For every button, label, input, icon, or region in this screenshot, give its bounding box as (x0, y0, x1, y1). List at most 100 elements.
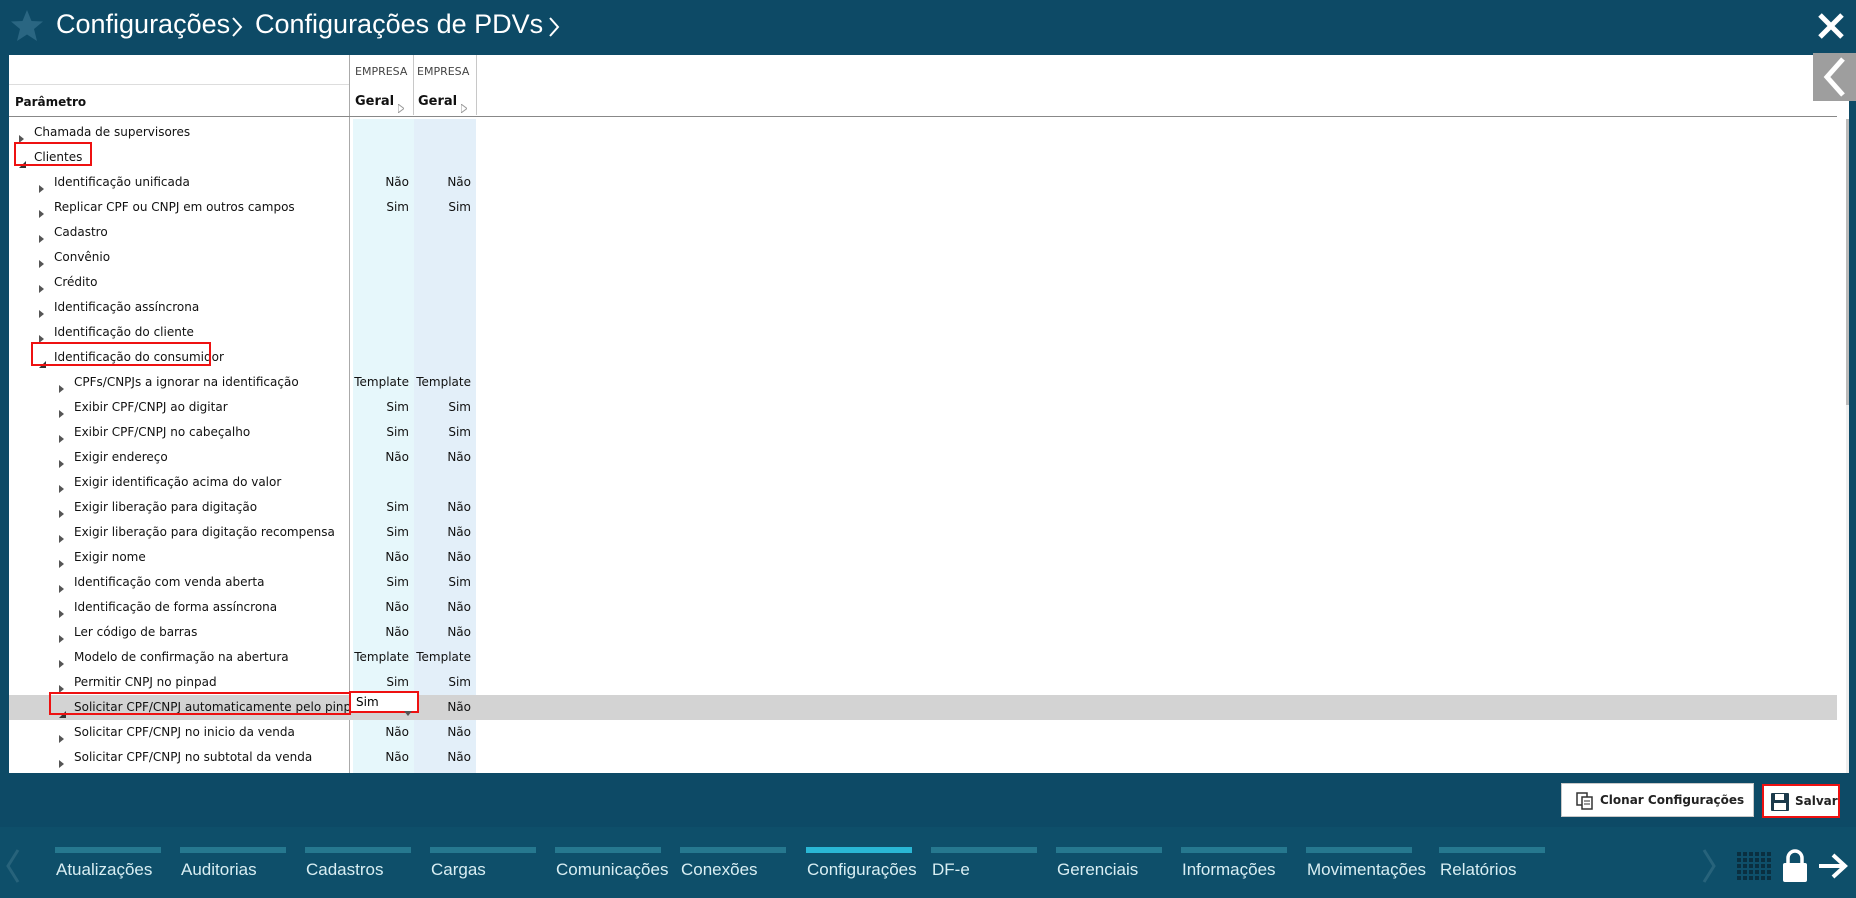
row-label: Solicitar CPF/CNPJ no inicio da venda (74, 725, 295, 739)
row-value-v2[interactable]: Não (414, 175, 471, 189)
row-value-v1[interactable]: Sim (353, 525, 409, 539)
row-value-v2[interactable]: Sim (414, 575, 471, 589)
table-row[interactable]: Ler código de barras Não Não (9, 620, 1837, 645)
row-value-v2[interactable]: Sim (414, 400, 471, 414)
table-row[interactable]: Exibir CPF/CNPJ no cabeçalho Sim Sim (9, 420, 1837, 445)
highlight-solicitar-pinpad (49, 692, 351, 715)
nav-item[interactable]: Movimentações (1306, 847, 1426, 892)
row-value-v2[interactable]: Sim (414, 200, 471, 214)
breadcrumb-configuracoes[interactable]: Configurações (56, 9, 230, 40)
row-value-v1[interactable]: Sim (353, 575, 409, 589)
nav-item[interactable]: Configurações (806, 847, 917, 892)
collapse-panel-button[interactable] (1813, 53, 1856, 101)
table-row[interactable]: Replicar CPF ou CNPJ em outros campos Sim… (9, 195, 1837, 220)
lock-icon[interactable] (1781, 848, 1809, 888)
table-row[interactable]: Solicitar CPF/CNPJ no inicio da venda Não… (9, 720, 1837, 745)
nav-item[interactable]: DF-e (931, 847, 1037, 892)
table-row[interactable]: Exigir nome Não Não (9, 545, 1837, 570)
table-row[interactable]: Identificação do cliente (9, 320, 1837, 345)
column-header-geral-2[interactable]: Geral (418, 94, 457, 109)
sort-arrow-icon[interactable] (397, 98, 405, 117)
save-button[interactable]: Salvar (1762, 784, 1840, 818)
nav-item[interactable]: Informações (1181, 847, 1287, 892)
row-value-v2[interactable]: Sim (414, 425, 471, 439)
table-row[interactable]: Exigir identificação acima do valor (9, 470, 1837, 495)
table-row[interactable]: Chamada de supervisores (9, 120, 1837, 145)
table-row[interactable]: CPFs/CNPJs a ignorar na identificação Tem… (9, 370, 1837, 395)
expand-triangle-icon[interactable] (59, 753, 64, 772)
dropdown-caret-icon[interactable] (404, 701, 412, 720)
table-row[interactable]: Modelo de confirmação na abertura Templat… (9, 645, 1837, 670)
row-label: Solicitar CPF/CNPJ no subtotal da venda (74, 750, 313, 764)
header-divider (9, 84, 349, 85)
nav-item[interactable]: Relatórios (1439, 847, 1545, 892)
row-value-v1[interactable]: Não (353, 750, 409, 764)
row-value-v1[interactable]: Não (353, 550, 409, 564)
row-value-v2[interactable]: Não (414, 600, 471, 614)
row-value-v1[interactable]: Sim (353, 500, 409, 514)
table-row[interactable]: Convênio (9, 245, 1837, 270)
nav-item[interactable]: Conexões (680, 847, 786, 892)
row-value-v2[interactable]: Template (414, 650, 471, 664)
row-value-v1[interactable]: Sim (353, 200, 409, 214)
row-value-v2[interactable]: Sim (414, 675, 471, 689)
row-value-v1[interactable]: Não (353, 600, 409, 614)
nav-item[interactable]: Comunicações (555, 847, 668, 892)
scrollbar-thumb[interactable] (1846, 119, 1849, 405)
table-row[interactable]: Crédito (9, 270, 1837, 295)
apps-grid-icon[interactable] (1737, 852, 1771, 886)
nav-next-chevron-icon[interactable] (1701, 848, 1717, 888)
row-value-v1[interactable]: Sim (353, 400, 409, 414)
nav-item[interactable]: Cargas (430, 847, 536, 892)
nav-item[interactable]: Gerenciais (1056, 847, 1162, 892)
row-value-v2[interactable]: Não (414, 450, 471, 464)
row-value-v2[interactable]: Não (414, 525, 471, 539)
row-value-v1[interactable]: Não (353, 175, 409, 189)
row-value-v2[interactable]: Não (414, 550, 471, 564)
table-row[interactable]: Exigir liberação para digitação Sim Não (9, 495, 1837, 520)
row-value-v1[interactable]: Template (353, 650, 409, 664)
row-value-v1[interactable]: Não (353, 725, 409, 739)
table-row[interactable]: Exigir liberação para digitação recompen… (9, 520, 1837, 545)
row-value-v1[interactable]: Não (353, 625, 409, 639)
logout-arrow-icon[interactable] (1817, 852, 1849, 884)
nav-item[interactable]: Cadastros (305, 847, 411, 892)
breadcrumb-chevron-icon[interactable] (548, 16, 560, 42)
table-row[interactable]: Identificação assíncrona (9, 295, 1837, 320)
table-row[interactable]: Exibir CPF/CNPJ ao digitar Sim Sim (9, 395, 1837, 420)
breadcrumb-configuracoes-pdvs[interactable]: Configurações de PDVs (255, 9, 543, 40)
table-row[interactable]: Identificação unificada Não Não (9, 170, 1837, 195)
table-row[interactable]: Identificação com venda aberta Sim Sim (9, 570, 1837, 595)
row-label: Chamada de supervisores (34, 125, 191, 139)
table-row[interactable]: Solicitar CPF/CNPJ no subtotal da venda N… (9, 745, 1837, 770)
row-value-v2[interactable]: Template (414, 375, 471, 389)
row-value-v1[interactable]: Sim (353, 675, 409, 689)
row-value-v1[interactable]: Sim (353, 425, 409, 439)
row-value-v1[interactable]: Não (353, 450, 409, 464)
clone-icon (1576, 792, 1594, 813)
row-label: Identificação assíncrona (54, 300, 200, 314)
row-value-v1[interactable]: Template (353, 375, 409, 389)
parametro-header[interactable]: Parâmetro (15, 95, 86, 109)
clone-settings-button[interactable]: Clonar Configurações (1561, 783, 1754, 817)
table-row[interactable]: Identificação do consumidor (9, 345, 1837, 370)
table-row[interactable]: Exigir endereço Não Não (9, 445, 1837, 470)
table-row[interactable]: Cadastro (9, 220, 1837, 245)
row-value-v2[interactable]: Não (414, 625, 471, 639)
favorite-star-icon[interactable] (9, 8, 45, 48)
row-value-v2[interactable]: Não (414, 725, 471, 739)
sort-arrow-icon[interactable] (460, 98, 468, 117)
table-row[interactable]: Identificação de forma assíncrona Não Não (9, 595, 1837, 620)
row-value-v2[interactable]: Não (414, 700, 471, 714)
close-icon[interactable] (1817, 12, 1845, 44)
table-row[interactable]: Clientes (9, 145, 1837, 170)
nav-prev-chevron-icon[interactable] (5, 848, 21, 888)
column-header-geral-1[interactable]: Geral (355, 94, 394, 109)
nav-item-label: Cadastros (306, 860, 384, 879)
row-value-v2[interactable]: Não (414, 500, 471, 514)
value-dropdown[interactable]: Sim (349, 691, 419, 716)
nav-item[interactable]: Atualizações (55, 847, 161, 892)
row-value-v2[interactable]: Não (414, 750, 471, 764)
nav-item[interactable]: Auditorias (180, 847, 286, 892)
nav-item-bar (1181, 847, 1287, 853)
